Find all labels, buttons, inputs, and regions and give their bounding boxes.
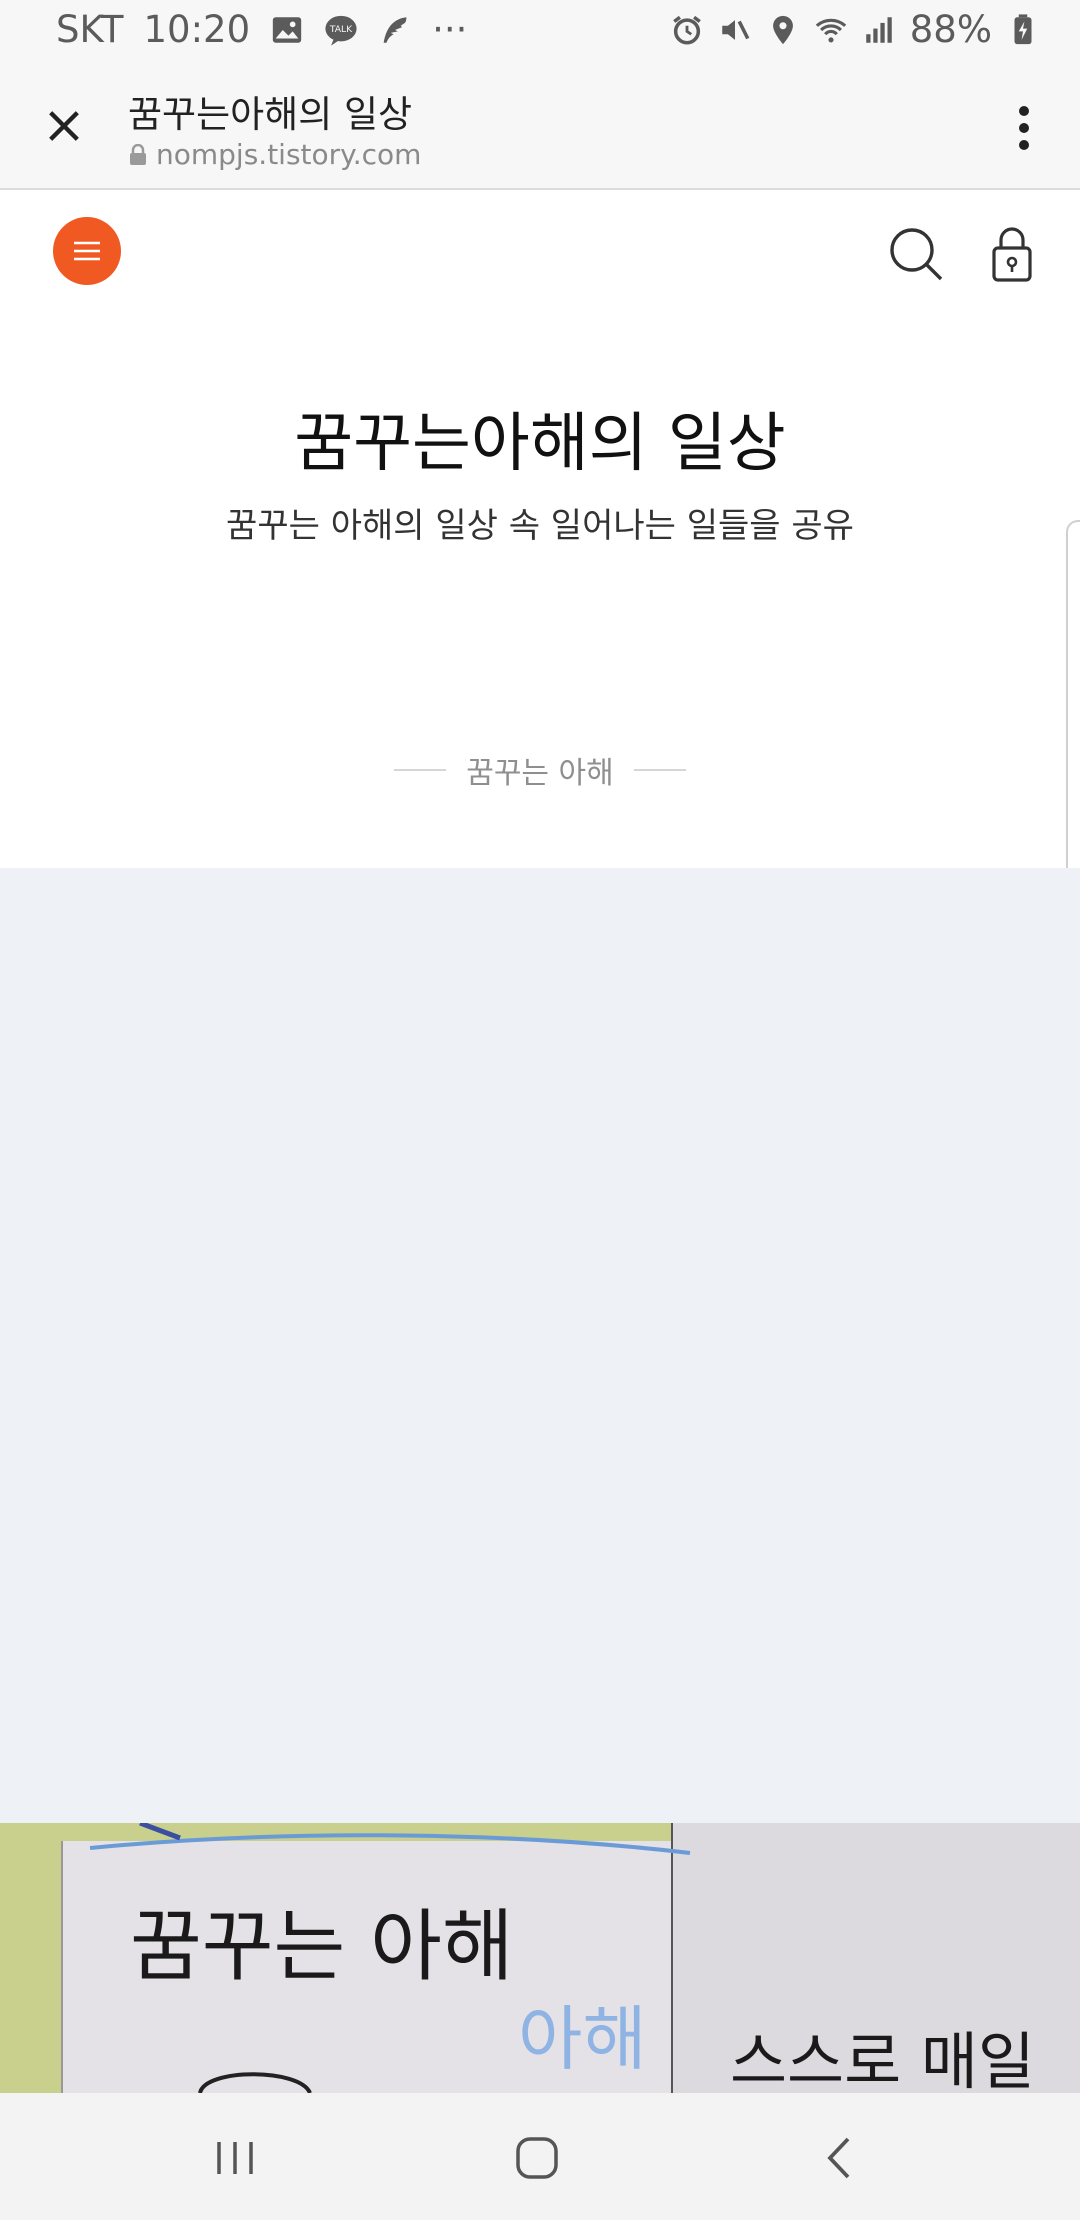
- handwritten-note-image: 꿈꾸는 아해 아해 스스로 매일: [0, 1823, 1080, 2093]
- home-button[interactable]: [502, 2123, 572, 2193]
- padlock-icon: [992, 227, 1032, 282]
- blog-header: [0, 190, 1080, 310]
- search-button[interactable]: [886, 224, 946, 284]
- talk-badge: TALK: [329, 24, 353, 35]
- wifi-icon: [815, 18, 846, 42]
- back-button[interactable]: [804, 2123, 874, 2193]
- carrier-label: SKT: [56, 8, 124, 51]
- blog-title[interactable]: 꿈꾸는아해의 일상: [0, 392, 1080, 484]
- recents-button[interactable]: [200, 2123, 270, 2193]
- menu-button[interactable]: [53, 217, 121, 285]
- author-name: 꿈꾸는 아해: [466, 756, 614, 791]
- mute-icon: [722, 19, 750, 40]
- battery-percent: 88%: [909, 8, 992, 51]
- cover-photo[interactable]: 꿈꾸는 아해 아해 스스로 매일: [0, 1823, 1080, 2093]
- handwriting-main: 꿈꾸는 아해: [130, 1902, 514, 1992]
- status-left: SKT 10:20 TALK ···: [56, 8, 467, 51]
- battery-charging-icon: [1014, 13, 1032, 44]
- handwriting-right: 스스로 매일: [730, 2025, 1035, 2093]
- gallery-icon: [272, 16, 302, 43]
- hamburger-icon: [74, 241, 100, 261]
- home-icon: [516, 2137, 558, 2179]
- url-display[interactable]: nompjs.tistory.com: [128, 138, 421, 171]
- system-navigation-bar: [0, 2093, 1080, 2220]
- alarm-icon: [672, 15, 701, 45]
- login-button[interactable]: [984, 224, 1040, 284]
- overflow-menu-button[interactable]: [998, 96, 1050, 160]
- close-icon: [49, 111, 79, 141]
- search-icon: [890, 228, 943, 281]
- clock: 10:20: [143, 8, 251, 51]
- more-notifications: ···: [432, 8, 468, 51]
- browser-toolbar: 꿈꾸는아해의 일상 nompjs.tistory.com: [0, 66, 1080, 190]
- status-right: 88%: [670, 8, 1040, 51]
- divider-left: [394, 769, 447, 771]
- kakaotalk-icon: TALK: [325, 15, 357, 46]
- browser-page-title: 꿈꾸는아해의 일상: [128, 93, 413, 136]
- back-icon: [827, 2137, 850, 2179]
- recents-icon: [217, 2142, 253, 2174]
- feather-icon: [383, 16, 407, 43]
- signal-icon: [866, 16, 892, 43]
- blog-description: 꿈꾸는 아해의 일상 속 일어나는 일들을 공유: [226, 506, 854, 546]
- lock-icon: [130, 143, 146, 165]
- status-bar: SKT 10:20 TALK ··· 88%: [0, 0, 1080, 66]
- content-placeholder: [0, 868, 1080, 1823]
- divider-right: [633, 769, 686, 771]
- author-line: 꿈꾸는 아해: [0, 748, 1080, 792]
- more-vert-icon: [1019, 106, 1029, 150]
- location-icon: [772, 15, 793, 44]
- url-text: nompjs.tistory.com: [156, 138, 422, 171]
- close-button[interactable]: [32, 94, 96, 158]
- handwriting-blue: 아해: [518, 1998, 647, 2080]
